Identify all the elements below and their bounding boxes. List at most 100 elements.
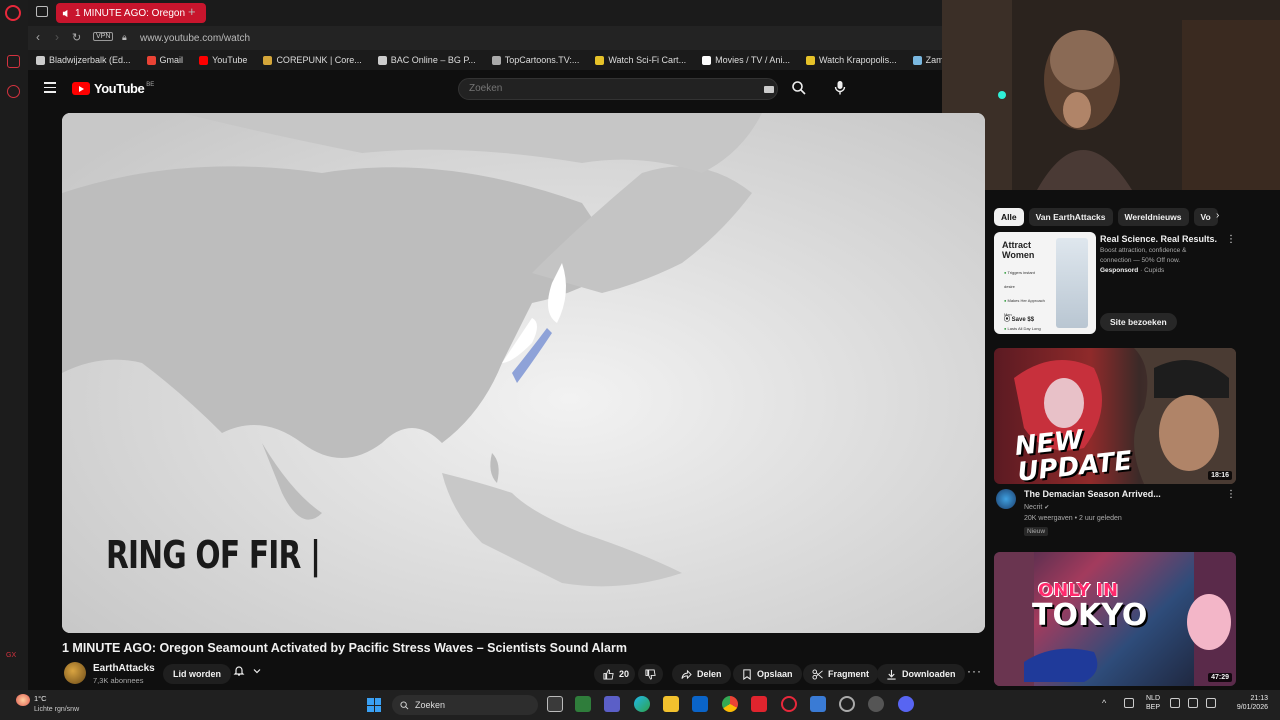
bookmark-item[interactable]: Movies / TV / Ani... [694, 55, 798, 65]
video-caption: RING OF FIR | [106, 533, 321, 577]
back-button[interactable]: ‹ [36, 30, 40, 44]
opera-gx-icon[interactable] [781, 696, 797, 712]
teams-icon[interactable] [604, 696, 620, 712]
outlook-icon[interactable] [692, 696, 708, 712]
bookmark-item[interactable]: TopCartoons.TV:... [484, 55, 588, 65]
filter-chip[interactable]: Vo [1193, 208, 1218, 226]
volume-icon[interactable] [1188, 698, 1198, 708]
video-player[interactable]: RING OF FIR | [62, 113, 985, 633]
dislike-button[interactable] [638, 664, 663, 684]
youtube-app-icon[interactable] [751, 696, 767, 712]
channel-avatar[interactable] [996, 489, 1016, 509]
bookmark-item[interactable]: Watch Krapopolis... [798, 55, 905, 65]
reload-button[interactable]: ↻ [72, 31, 81, 44]
subscribe-notification-button[interactable] [233, 665, 261, 677]
search-icon[interactable] [791, 80, 807, 96]
bookmark-item[interactable]: COREPUNK | Core... [255, 55, 369, 65]
share-button[interactable]: Delen [672, 664, 731, 684]
weather-description[interactable]: Lichte rgn/snw [34, 706, 79, 713]
battery-icon[interactable] [1206, 698, 1216, 708]
speaker-icon[interactable] [62, 9, 71, 18]
opera-logo-icon[interactable] [5, 5, 21, 21]
weather-icon[interactable] [16, 694, 30, 706]
calculator-icon[interactable] [810, 696, 826, 712]
webcam-image [942, 0, 1280, 190]
keyboard-layout-indicator[interactable]: BEP [1146, 704, 1160, 711]
channel-name[interactable]: Necrit ✔ [1024, 504, 1049, 511]
clock-time[interactable]: 21:13 [1222, 695, 1268, 702]
video-thumbnail[interactable]: ONLY IN TOKYO 47:29 [994, 552, 1236, 686]
thumbs-up-icon [603, 668, 614, 680]
video-title[interactable]: The Demacian Season Arrived... [1024, 489, 1161, 499]
bookmark-item[interactable]: Zamnesia | Het Be [905, 55, 942, 65]
chevron-right-icon[interactable]: › [1216, 210, 1219, 221]
bookmark-label: BAC Online – BG P... [390, 55, 476, 65]
speed-dial-icon[interactable] [7, 55, 20, 68]
visit-site-button[interactable]: Site bezoeken [1100, 313, 1177, 331]
bookmark-item[interactable]: BAC Online – BG P... [370, 55, 484, 65]
filter-chip[interactable]: Wereldnieuws [1117, 208, 1189, 226]
vpn-badge[interactable]: VPN [93, 32, 114, 41]
tab-overview-icon[interactable] [36, 6, 48, 17]
channel-avatar[interactable] [64, 662, 86, 684]
clip-label: Fragment [828, 669, 870, 679]
chevron-up-icon[interactable]: ^ [1102, 698, 1106, 708]
windows-start-icon[interactable] [367, 698, 381, 712]
video-menu-icon[interactable]: ⋮ [1226, 489, 1236, 500]
settings-icon[interactable] [868, 696, 884, 712]
bookmark-favicon-icon [595, 55, 605, 65]
language-indicator[interactable]: NLD [1146, 695, 1160, 702]
channel-name-text: Necrit [1024, 504, 1043, 511]
clip-button[interactable]: Fragment [803, 664, 879, 684]
save-button[interactable]: Opslaan [733, 664, 802, 684]
url-field[interactable]: www.youtube.com/watch [140, 33, 250, 44]
keyboard-icon[interactable] [764, 86, 774, 93]
bookmark-item[interactable]: YouTube [191, 55, 255, 65]
scissors-icon [812, 668, 823, 680]
bookmark-favicon-icon [805, 55, 815, 65]
taskbar-search[interactable]: Zoeken [392, 695, 538, 715]
clock-date[interactable]: 9/01/2026 [1222, 704, 1268, 711]
wifi-icon[interactable] [1170, 698, 1180, 708]
new-tab-button[interactable]: + [188, 4, 196, 19]
like-count: 20 [619, 669, 630, 679]
microphone-icon[interactable] [833, 80, 847, 96]
windows-taskbar: 1°C Lichte rgn/snw Zoeken ^ NLD BEP 21:1… [0, 690, 1280, 720]
bookmark-label: Watch Krapopolis... [818, 55, 897, 65]
search-input[interactable] [469, 83, 749, 94]
channel-name[interactable]: EarthAttacks [93, 663, 155, 674]
filter-chip[interactable]: Alle [994, 208, 1024, 226]
network-icon[interactable] [1124, 698, 1134, 708]
bookmark-item[interactable]: Watch Sci-Fi Cart... [587, 55, 694, 65]
bookmark-item[interactable]: Gmail [139, 55, 192, 65]
chrome-icon[interactable] [722, 696, 738, 712]
ad-thumbnail[interactable]: Attract Women ● Triggers instant desire … [994, 232, 1096, 334]
like-button[interactable]: 20 [594, 664, 636, 684]
filter-chip[interactable]: Van EarthAttacks [1028, 208, 1113, 226]
ad-menu-icon[interactable]: ⋮ [1226, 234, 1236, 245]
history-icon[interactable] [7, 85, 20, 98]
menu-icon[interactable] [44, 82, 56, 96]
store-icon[interactable] [575, 696, 591, 712]
search-box[interactable] [458, 78, 778, 100]
forward-button[interactable]: › [55, 30, 59, 44]
weather-temperature[interactable]: 1°C [34, 694, 47, 703]
opera-sidebar: GX ··· [0, 0, 28, 720]
taskbar-search-label: Zoeken [415, 700, 446, 710]
bookmark-item[interactable]: Bladwijzerbalk (Ed... [28, 55, 139, 65]
steam-icon[interactable] [839, 696, 855, 712]
edge-icon[interactable] [634, 696, 650, 712]
bookmark-label: Watch Sci-Fi Cart... [608, 55, 687, 65]
task-view-icon[interactable] [547, 696, 563, 712]
ad-headline[interactable]: Real Science. Real Results. [1100, 234, 1217, 244]
video-thumbnail[interactable]: NEW UPDATE 18:16 [994, 348, 1236, 484]
download-button[interactable]: Downloaden [877, 664, 965, 684]
discord-icon[interactable] [898, 696, 914, 712]
join-button[interactable]: Lid worden [163, 664, 231, 684]
lock-icon[interactable]: 🔒︎ [122, 32, 127, 43]
youtube-logo[interactable]: YouTube BE [72, 81, 154, 96]
tab-active[interactable]: 1 MINUTE AGO: Oregon [56, 3, 206, 23]
more-actions-icon[interactable]: ··· [967, 664, 982, 678]
gx-icon[interactable]: GX [6, 652, 16, 659]
file-explorer-icon[interactable] [663, 696, 679, 712]
